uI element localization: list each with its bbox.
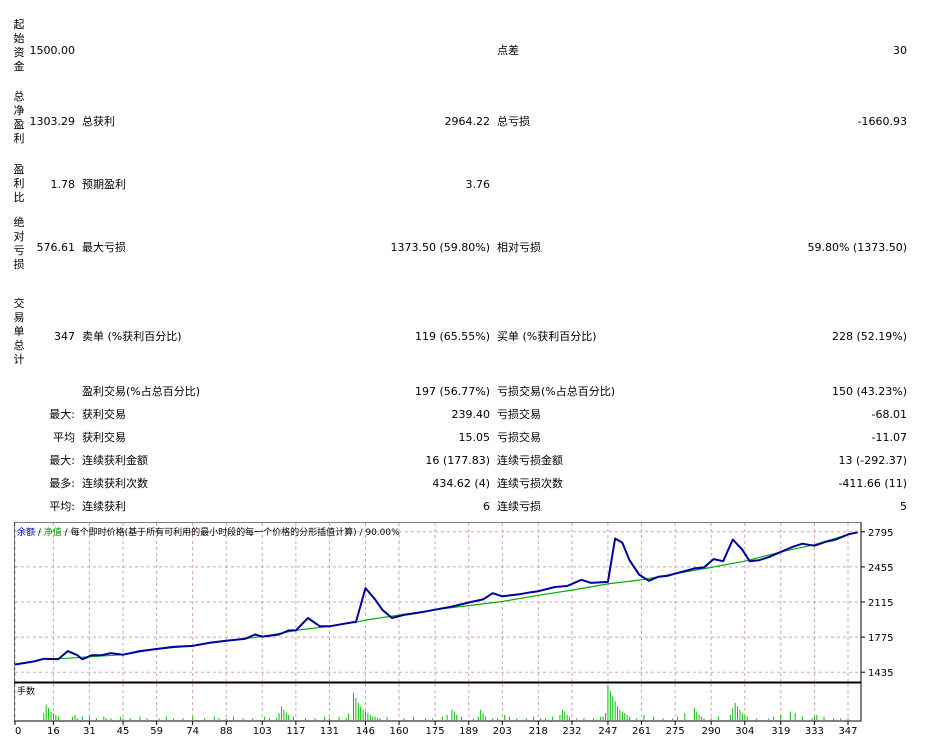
x-tick-label-18: 261 [632,726,651,737]
avg-consec-losses-label: 连续亏损 [497,500,541,513]
x-tick-label-12: 175 [426,726,445,737]
largest-loss-value: -68.01 [871,408,907,421]
avg-consec-wins-value: 6 [483,500,490,513]
x-tick-label-6: 88 [220,726,233,737]
x-tick-label-8: 117 [286,726,305,737]
average-loss-label: 亏损交易 [497,431,541,444]
x-tick-label-15: 218 [529,726,548,737]
legend-quality: 90.00% [365,528,400,538]
max-consec-wins-label: 连续获利金额 [82,454,148,467]
y-tick-label-3: 2455 [868,563,893,574]
max-drawdown-value: 1373.50 (59.80%) [390,241,490,254]
x-tick-label-24: 347 [838,726,857,737]
legend-equity: 净值 [44,526,62,538]
x-tick-label-1: 16 [47,726,60,737]
legend-sep2: / [62,528,71,538]
legend-balance: 余额 [17,526,35,538]
max-consec-prefix: 最大: [49,454,75,467]
max-consec2-losses-label: 连续亏损次数 [497,477,563,490]
max-drawdown-label: 最大亏损 [82,241,126,254]
x-tick-label-2: 31 [83,726,96,737]
rel-drawdown-value: 59.80% (1373.50) [807,241,907,254]
profit-trades-label: 盈利交易(%占总百分比) [82,385,201,398]
x-tick-label-20: 290 [702,726,721,737]
x-tick-label-11: 160 [390,726,409,737]
x-tick-label-9: 131 [320,726,339,737]
x-tick-label-22: 319 [771,726,790,737]
spread-label: 点差 [497,44,519,57]
max-consec2-losses-value: -411.66 (11) [838,477,907,490]
x-tick-label-16: 232 [562,726,581,737]
y-tick-label-2: 2115 [868,598,893,609]
x-tick-label-23: 333 [805,726,824,737]
net-profit-value: 1303.29 [29,115,76,128]
gross-profit-label: 总获利 [82,115,115,128]
y-tick-label-4: 2795 [868,528,893,539]
max-consec-wins-value: 16 (177.83) [425,454,490,467]
average-loss-value: -11.07 [871,431,907,444]
x-tick-label-0: 0 [15,726,21,737]
x-tick-label-10: 146 [356,726,375,737]
chart-area: 1435 1775 2115 2455 2795 余额 / 净值 / 每个即时价格(基于… [13,521,914,737]
abs-drawdown-value: 576.61 [36,241,76,254]
balance-chart: 1435 1775 2115 2455 2795 余额 / 净值 / 每个即时价格(基于… [13,521,893,737]
largest-profit-label: 获利交易 [82,408,126,421]
x-tick-label-19: 275 [666,726,685,737]
legend-sep3: / [357,528,366,538]
max-consec-losses-value: 13 (-292.37) [838,454,907,467]
loss-trades-label: 亏损交易(%占总百分比) [497,385,616,398]
max-consec-losses-label: 连续亏损金额 [497,454,563,467]
gross-profit-value: 2964.22 [444,115,491,128]
avg-consec-losses-value: 5 [900,500,907,513]
rel-drawdown-label: 相对亏损 [497,241,541,254]
expected-payoff-value: 3.76 [465,178,491,191]
long-positions-value: 228 (52.19%) [831,330,907,343]
average-profit-label: 获利交易 [82,431,126,444]
avg-consec-prefix: 平均: [49,500,75,513]
y-tick-label-1: 1775 [868,633,893,644]
max-consec2-prefix: 最多: [49,477,75,490]
report-stats: 起始资金 1500.00 点差 30 总净盈利 1303.29 总获利 2964… [0,0,927,520]
y-axis-ticks: 1435 1775 2115 2455 2795 [861,528,893,679]
x-tick-label-21: 304 [735,726,754,737]
spread-value: 30 [893,44,907,57]
volume-panel-frame [13,682,862,722]
avg-consec-wins-label: 连续获利 [82,500,126,513]
profit-trades-value: 197 (56.77%) [414,385,490,398]
max-consec2-wins-value: 434.62 (4) [432,477,490,490]
gross-loss-value: -1660.93 [857,115,907,128]
largest-profit-value: 239.40 [451,408,491,421]
max-consec2-wins-label: 连续获利次数 [82,477,148,490]
largest-prefix: 最大: [49,408,75,421]
largest-loss-label: 亏损交易 [497,408,541,421]
x-tick-label-14: 203 [493,726,512,737]
volume-label: 手数 [17,685,35,697]
x-tick-label-13: 189 [459,726,478,737]
legend-sep1: / [35,528,44,538]
x-tick-label-3: 45 [117,726,130,737]
expected-payoff-label: 预期盈利 [82,178,126,191]
x-tick-label-7: 103 [253,726,272,737]
loss-trades-value: 150 (43.23%) [831,385,907,398]
legend-description: 每个即时价格(基于所有可利用的最小时段的每一个价格的分形插值计算) [71,526,357,538]
average-prefix: 平均 [53,431,75,444]
initial-deposit-value: 1500.00 [29,44,76,57]
x-tick-label-5: 74 [186,726,199,737]
average-profit-value: 15.05 [458,431,491,444]
x-tick-label-17: 247 [598,726,617,737]
gross-loss-label: 总亏损 [497,115,530,128]
profit-factor-value: 1.78 [50,178,76,191]
x-tick-label-4: 59 [150,726,163,737]
x-axis-ticks: 0 16 31 45 59 74 88 103 117 131 146 160 175 189 203 218… [14,721,858,737]
chart-legend: 余额 / 净值 / 每个即时价格(基于所有可利用的最小时段的每一个价格的分形插值… [17,526,400,538]
short-positions-label: 卖单 (%获利百分比) [82,330,182,343]
short-positions-value: 119 (65.55%) [414,330,490,343]
long-positions-label: 买单 (%获利百分比) [497,330,597,343]
total-trades-value: 347 [54,330,75,343]
y-tick-label-0: 1435 [868,668,893,679]
